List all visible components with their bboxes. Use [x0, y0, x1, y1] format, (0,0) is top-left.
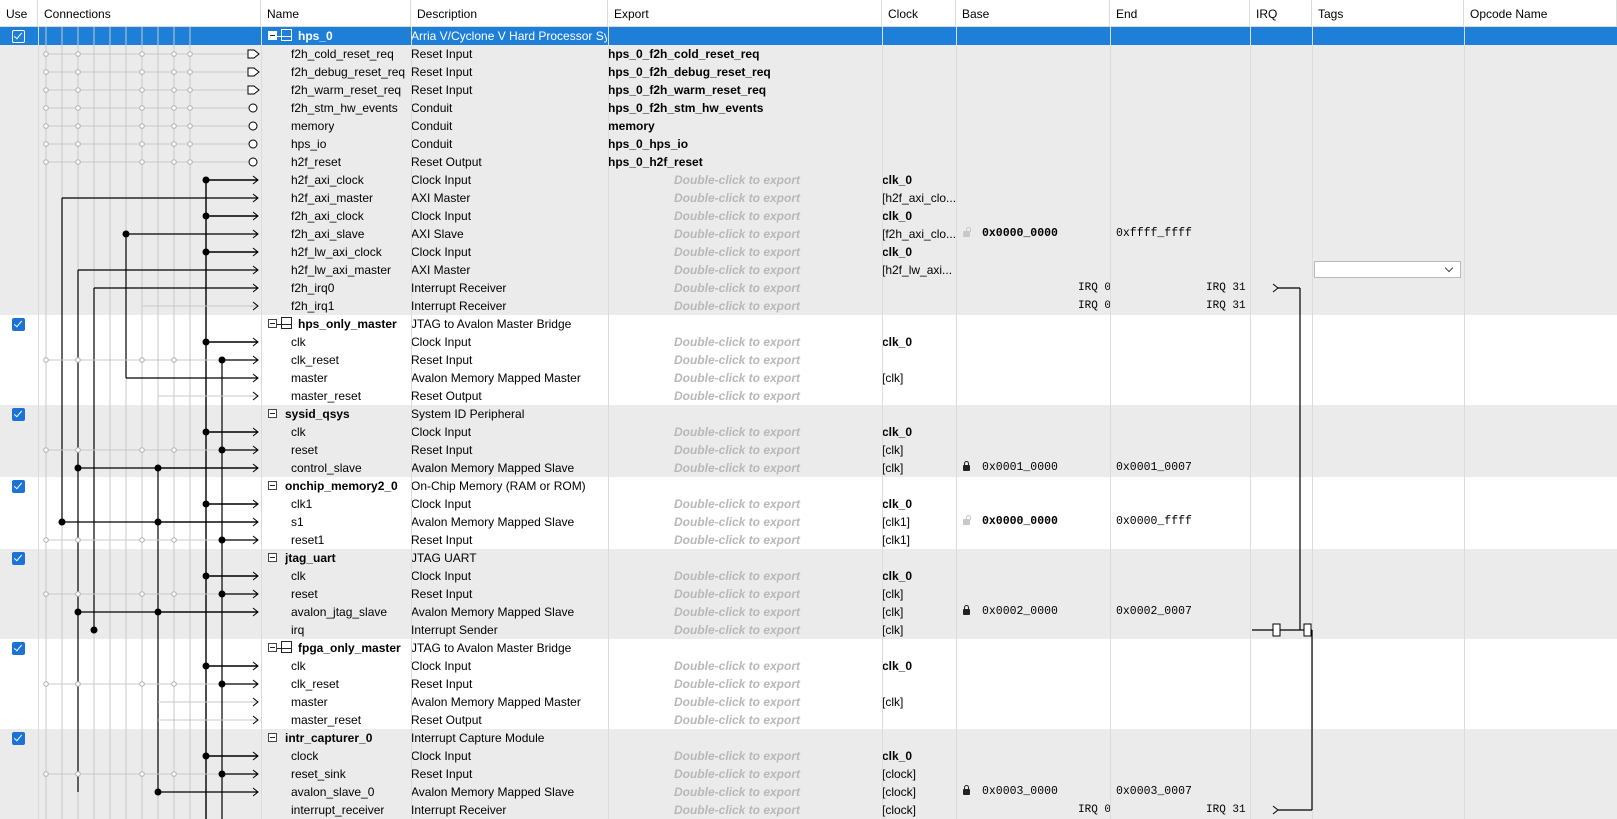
connection-dot[interactable] [171, 87, 177, 93]
column-header-export[interactable]: Export [608, 0, 882, 26]
column-header-clock[interactable]: Clock [882, 0, 956, 26]
connection-dot[interactable] [139, 537, 145, 543]
connection-dot[interactable] [75, 681, 81, 687]
column-header-irq[interactable]: IRQ [1250, 0, 1312, 26]
connection-dot[interactable] [187, 87, 193, 93]
column-header-connections[interactable]: Connections [38, 0, 261, 26]
connection-dot[interactable] [202, 176, 210, 184]
export-conduit-port-icon [248, 103, 258, 113]
column-header-use[interactable]: Use [0, 0, 38, 26]
connection-dot[interactable] [58, 518, 66, 526]
column-header-opcode-name[interactable]: Opcode Name [1464, 0, 1617, 26]
connection-dot[interactable] [171, 591, 177, 597]
connection-dot[interactable] [75, 123, 81, 129]
connection-dot[interactable] [75, 141, 81, 147]
irq-arrow-icon [1272, 805, 1279, 815]
connection-dot[interactable] [74, 464, 82, 472]
connection-dot[interactable] [75, 105, 81, 111]
connection-dot[interactable] [202, 572, 210, 580]
connection-dot[interactable] [75, 357, 81, 363]
connection-dot[interactable] [43, 141, 49, 147]
export-reset-port-icon [247, 67, 260, 77]
connection-dot[interactable] [139, 87, 145, 93]
connection-dot[interactable] [139, 159, 145, 165]
system-contents-table[interactable]: hps_0 Arria V/Cyclone V Hard Processor Sy… [0, 27, 1617, 819]
connection-dot[interactable] [75, 51, 81, 57]
column-header-base[interactable]: Base [956, 0, 1110, 26]
connection-dot[interactable] [139, 591, 145, 597]
connection-dot[interactable] [187, 123, 193, 129]
export-reset-port-icon [247, 85, 260, 95]
connection-dot[interactable] [171, 123, 177, 129]
connection-dot[interactable] [202, 428, 210, 436]
column-header-end[interactable]: End [1110, 0, 1250, 26]
export-reset-port-icon [247, 49, 260, 59]
irq-number-box[interactable] [1272, 623, 1281, 637]
connection-dot[interactable] [43, 681, 49, 687]
connection-dot[interactable] [139, 123, 145, 129]
connection-dot[interactable] [43, 357, 49, 363]
connection-dot[interactable] [43, 159, 49, 165]
connection-dot[interactable] [74, 608, 82, 616]
connection-dot[interactable] [43, 87, 49, 93]
connection-dot[interactable] [187, 141, 193, 147]
connection-dot[interactable] [43, 105, 49, 111]
irq-number-box[interactable] [1303, 623, 1312, 637]
connection-dot[interactable] [75, 447, 81, 453]
connection-dot[interactable] [187, 159, 193, 165]
connection-dot[interactable] [202, 500, 210, 508]
export-conduit-port-icon [248, 157, 258, 167]
column-header-name[interactable]: Name [261, 0, 411, 26]
connection-dot[interactable] [75, 69, 81, 75]
connection-dot[interactable] [75, 591, 81, 597]
connection-dot[interactable] [187, 51, 193, 57]
connection-dot[interactable] [90, 626, 98, 634]
connection-dot[interactable] [139, 771, 145, 777]
connection-dot[interactable] [171, 141, 177, 147]
connection-dot[interactable] [187, 105, 193, 111]
connection-dot[interactable] [75, 159, 81, 165]
connection-dot[interactable] [202, 212, 210, 220]
connection-dot[interactable] [202, 662, 210, 670]
connection-dot[interactable] [139, 105, 145, 111]
connection-dot[interactable] [43, 69, 49, 75]
export-conduit-port-icon [248, 139, 258, 149]
connection-dot[interactable] [139, 447, 145, 453]
connection-dot[interactable] [139, 681, 145, 687]
connection-dot[interactable] [171, 537, 177, 543]
connection-dot[interactable] [139, 141, 145, 147]
connection-dot[interactable] [187, 69, 193, 75]
irq-arrow-icon [1272, 283, 1279, 293]
column-header-tags[interactable]: Tags [1312, 0, 1464, 26]
connection-dot[interactable] [171, 69, 177, 75]
connection-dot[interactable] [43, 123, 49, 129]
connections-graph[interactable] [0, 27, 1617, 819]
connection-dot[interactable] [171, 105, 177, 111]
connection-dot[interactable] [171, 771, 177, 777]
connection-dot[interactable] [43, 447, 49, 453]
connection-dot[interactable] [75, 87, 81, 93]
connection-dot[interactable] [171, 357, 177, 363]
connection-dot[interactable] [43, 591, 49, 597]
connection-dot[interactable] [139, 69, 145, 75]
connection-dot[interactable] [75, 537, 81, 543]
connection-dot[interactable] [171, 159, 177, 165]
connection-dot[interactable] [43, 51, 49, 57]
connection-dot[interactable] [139, 357, 145, 363]
connection-dot[interactable] [202, 248, 210, 256]
connection-dot[interactable] [43, 771, 49, 777]
column-header-description[interactable]: Description [411, 0, 608, 26]
connection-dot[interactable] [43, 537, 49, 543]
column-header-bar: Use Connections Name Description Export Clock… [0, 0, 1617, 27]
connection-dot[interactable] [171, 51, 177, 57]
connection-dot[interactable] [139, 51, 145, 57]
export-conduit-port-icon [248, 121, 258, 131]
connection-dot[interactable] [171, 447, 177, 453]
connection-dot[interactable] [202, 338, 210, 346]
connection-dot[interactable] [75, 771, 81, 777]
connection-dot[interactable] [171, 681, 177, 687]
connection-dot[interactable] [202, 752, 210, 760]
